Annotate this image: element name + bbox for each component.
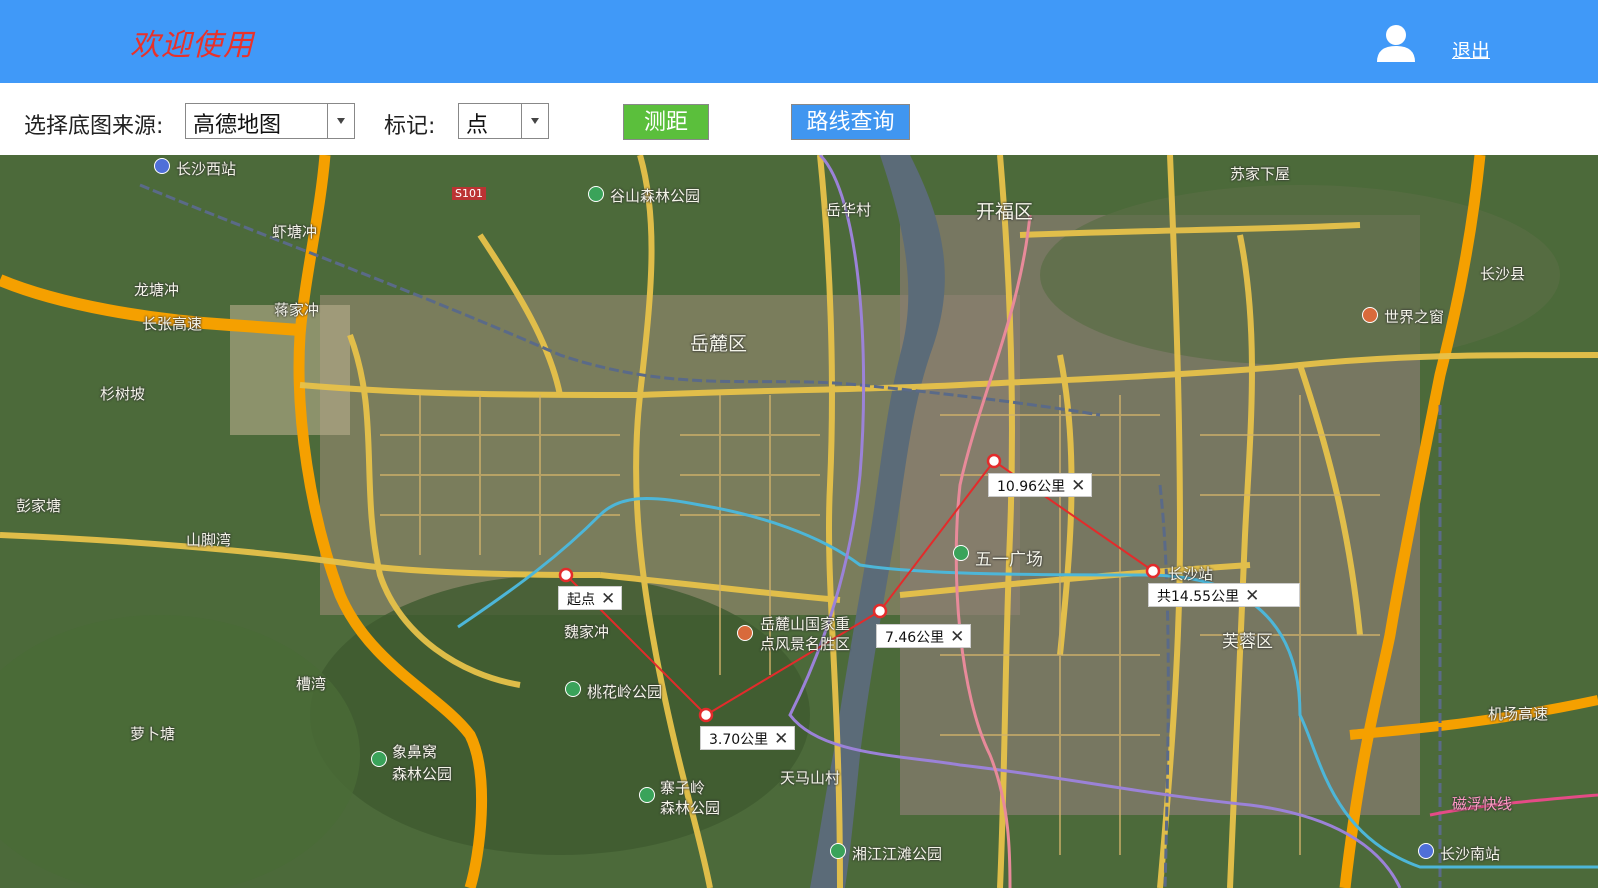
train-station-icon	[154, 158, 170, 174]
place-label: 点风景名胜区	[760, 635, 851, 653]
park-icon	[565, 681, 581, 697]
place-label: 桃花岭公园	[587, 683, 663, 701]
district-label: 芙蓉区	[1222, 632, 1273, 652]
measure-point[interactable]	[872, 603, 888, 619]
measure-point[interactable]	[1145, 563, 1161, 579]
measure-distance-label: 3.70公里 ✕	[700, 726, 796, 751]
place-label: 谷山森林公园	[610, 187, 701, 205]
place-label: 五一广场	[975, 550, 1043, 570]
measure-point[interactable]	[986, 453, 1002, 469]
place-label: 苏家下屋	[1230, 165, 1291, 183]
measure-total-label: 共14.55公里 ✕	[1148, 583, 1301, 608]
place-label: 森林公园	[392, 765, 453, 783]
welcome-title: 欢迎使用	[130, 28, 254, 63]
place-label: 蒋家冲	[274, 301, 320, 319]
logout-link[interactable]: 退出	[1452, 36, 1490, 63]
park-icon	[371, 751, 387, 767]
place-label: 彭家塘	[16, 497, 62, 515]
train-station-icon	[1418, 843, 1434, 859]
measure-distance-label: 10.96公里 ✕	[988, 473, 1093, 498]
measure-point[interactable]	[698, 707, 714, 723]
close-icon[interactable]: ✕	[1071, 474, 1085, 498]
place-label: 虾塘冲	[272, 223, 318, 241]
road-label: 机场高速	[1488, 705, 1549, 723]
place-label: 山脚湾	[186, 531, 232, 549]
marker-label: 标记:	[384, 114, 436, 139]
marker-select[interactable]: 点	[458, 103, 549, 139]
place-label: 世界之窗	[1384, 308, 1445, 326]
measure-distance-button[interactable]: 测距	[623, 104, 709, 140]
measure-total-text: 共14.55公里	[1157, 589, 1240, 605]
close-icon[interactable]: ✕	[774, 727, 788, 751]
close-icon[interactable]: ✕	[1245, 584, 1259, 608]
district-label: 岳麓区	[690, 333, 748, 355]
road-label: 长张高速	[142, 315, 203, 333]
app-header: 欢迎使用 退出	[0, 0, 1598, 83]
place-label: 寨子岭	[660, 779, 706, 797]
road-shield: S101	[452, 187, 486, 200]
place-label: 湘江江滩公园	[852, 845, 943, 863]
measure-distance-text: 10.96公里	[997, 479, 1066, 495]
marker-select-value: 点	[466, 113, 489, 138]
place-label: 森林公园	[660, 799, 721, 817]
basemap-label: 选择底图来源:	[24, 114, 164, 139]
place-label: 长沙西站	[176, 160, 237, 178]
measure-point[interactable]	[558, 567, 574, 583]
place-label: 萝卜塘	[130, 725, 176, 743]
place-label: 长沙县	[1480, 265, 1526, 283]
satellite-map[interactable]: 长沙西站 谷山森林公园 S101 岳华村 开福区 苏家下屋 虾塘冲 龙塘冲 蒋家…	[0, 155, 1598, 888]
place-label: 天马山村	[780, 769, 841, 787]
poi-icon	[1362, 307, 1378, 323]
place-label: 岳麓山国家重	[760, 615, 851, 633]
place-label: 龙塘冲	[134, 281, 180, 299]
close-icon[interactable]: ✕	[601, 587, 615, 611]
basemap-select-value: 高德地图	[193, 113, 282, 138]
scenic-icon	[737, 625, 753, 641]
measure-start-label: 起点 ✕	[558, 586, 623, 611]
measure-distance-label: 7.46公里 ✕	[876, 624, 972, 649]
place-label: 杉树坡	[100, 385, 146, 403]
park-icon	[588, 186, 604, 202]
place-label: 长沙站	[1168, 565, 1214, 583]
chevron-down-icon[interactable]	[521, 104, 548, 138]
place-label: 长沙南站	[1440, 845, 1501, 863]
place-label: 象鼻窝	[392, 743, 438, 761]
close-icon[interactable]: ✕	[950, 625, 964, 649]
metro-label: 磁浮快线	[1452, 795, 1513, 813]
route-query-button[interactable]: 路线查询	[791, 104, 910, 140]
square-icon	[953, 545, 969, 561]
basemap-select[interactable]: 高德地图	[185, 103, 355, 139]
place-label: 岳华村	[826, 201, 872, 219]
place-label: 槽湾	[296, 675, 327, 693]
park-icon	[639, 787, 655, 803]
park-icon	[830, 843, 846, 859]
measure-start-text: 起点	[567, 592, 595, 608]
measure-distance-text: 7.46公里	[885, 630, 945, 646]
district-label: 开福区	[976, 201, 1034, 223]
place-label: 魏家冲	[564, 623, 610, 641]
chevron-down-icon[interactable]	[327, 104, 354, 138]
user-icon[interactable]	[1375, 22, 1417, 64]
measure-distance-text: 3.70公里	[709, 732, 769, 748]
